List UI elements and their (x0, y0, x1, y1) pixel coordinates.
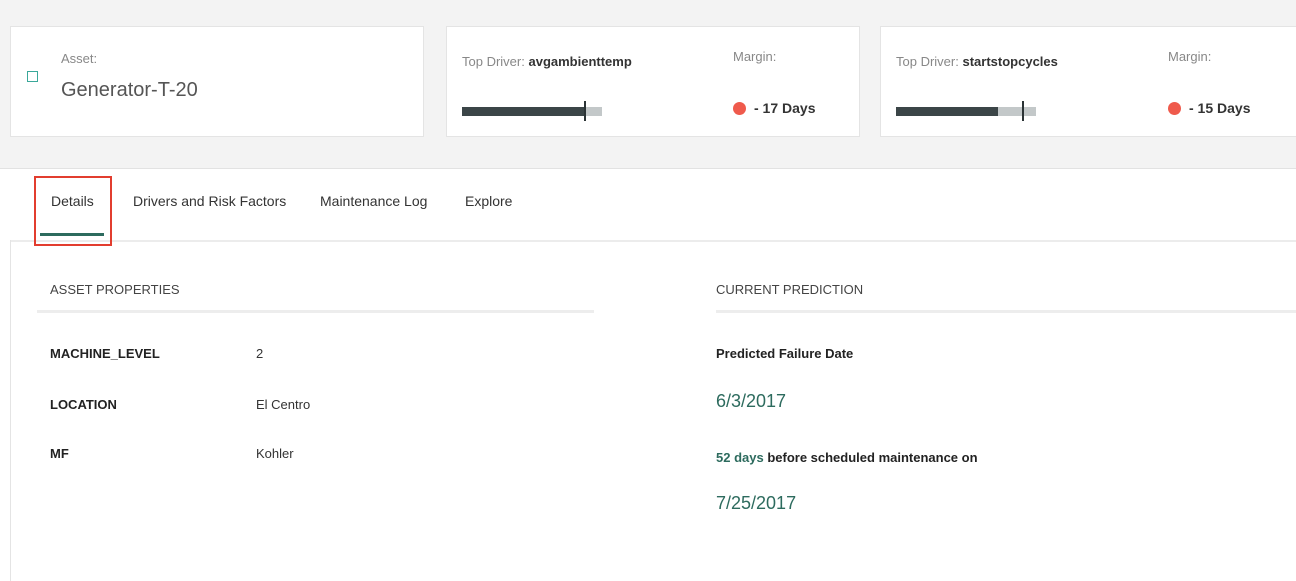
driver-bar-fill (462, 107, 584, 116)
driver-bar-marker (1022, 101, 1024, 121)
property-value: El Centro (256, 397, 311, 412)
highlight-box (34, 176, 112, 246)
top-driver-label: Top Driver: startstopcycles (896, 54, 1058, 69)
tab-bar: Details Drivers and Risk Factors Mainten… (10, 168, 1296, 246)
asset-name: Generator-T-20 (61, 79, 198, 101)
top-driver-name: startstopcycles (962, 54, 1058, 69)
days-count: 52 days (716, 450, 764, 465)
tab-drivers-and-risk-factors[interactable]: Drivers and Risk Factors (133, 193, 286, 209)
top-driver-card: Top Driver: startstopcycles Margin: - 15… (880, 26, 1296, 137)
current-prediction-title: CURRENT PREDICTION (716, 282, 864, 297)
property-key: MF (50, 446, 69, 461)
red-dot-icon (733, 102, 746, 115)
asset-label: Asset: (61, 51, 98, 66)
summary-strip: Asset: Generator-T-20 Top Driver: avgamb… (0, 0, 1296, 169)
margin-label: Margin: (1168, 49, 1212, 64)
tab-maintenance-log[interactable]: Maintenance Log (320, 193, 427, 209)
driver-bar-marker (583, 101, 586, 121)
divider (716, 310, 1296, 313)
top-driver-label: Top Driver: avgambienttemp (462, 54, 632, 69)
asset-card: Asset: Generator-T-20 (10, 26, 424, 137)
divider (37, 310, 594, 313)
predicted-failure-date: 6/3/2017 (716, 391, 787, 411)
driver-bar-fill (896, 107, 999, 116)
property-value: 2 (256, 346, 264, 361)
margin-value: - 17 Days (733, 100, 815, 116)
asset-properties-title: ASSET PROPERTIES (50, 282, 180, 297)
scheduled-maintenance-date: 7/25/2017 (716, 493, 797, 513)
red-dot-icon (1168, 102, 1181, 115)
tab-explore[interactable]: Explore (465, 193, 512, 209)
property-key: MACHINE_LEVEL (50, 346, 160, 361)
driver-bar (896, 101, 1036, 121)
property-key: LOCATION (50, 397, 117, 412)
margin-value: - 15 Days (1168, 100, 1250, 116)
property-value: Kohler (256, 446, 294, 461)
square-outline-icon (27, 71, 38, 82)
content-border (10, 240, 11, 581)
predicted-failure-heading: Predicted Failure Date (716, 346, 854, 361)
days-before-maintenance: 52 days before scheduled maintenance on (716, 450, 978, 465)
margin-label: Margin: (733, 49, 777, 64)
top-driver-card: Top Driver: avgambienttemp Margin: - 17 … (446, 26, 860, 137)
driver-bar (462, 101, 602, 121)
top-driver-name: avgambienttemp (528, 54, 632, 69)
